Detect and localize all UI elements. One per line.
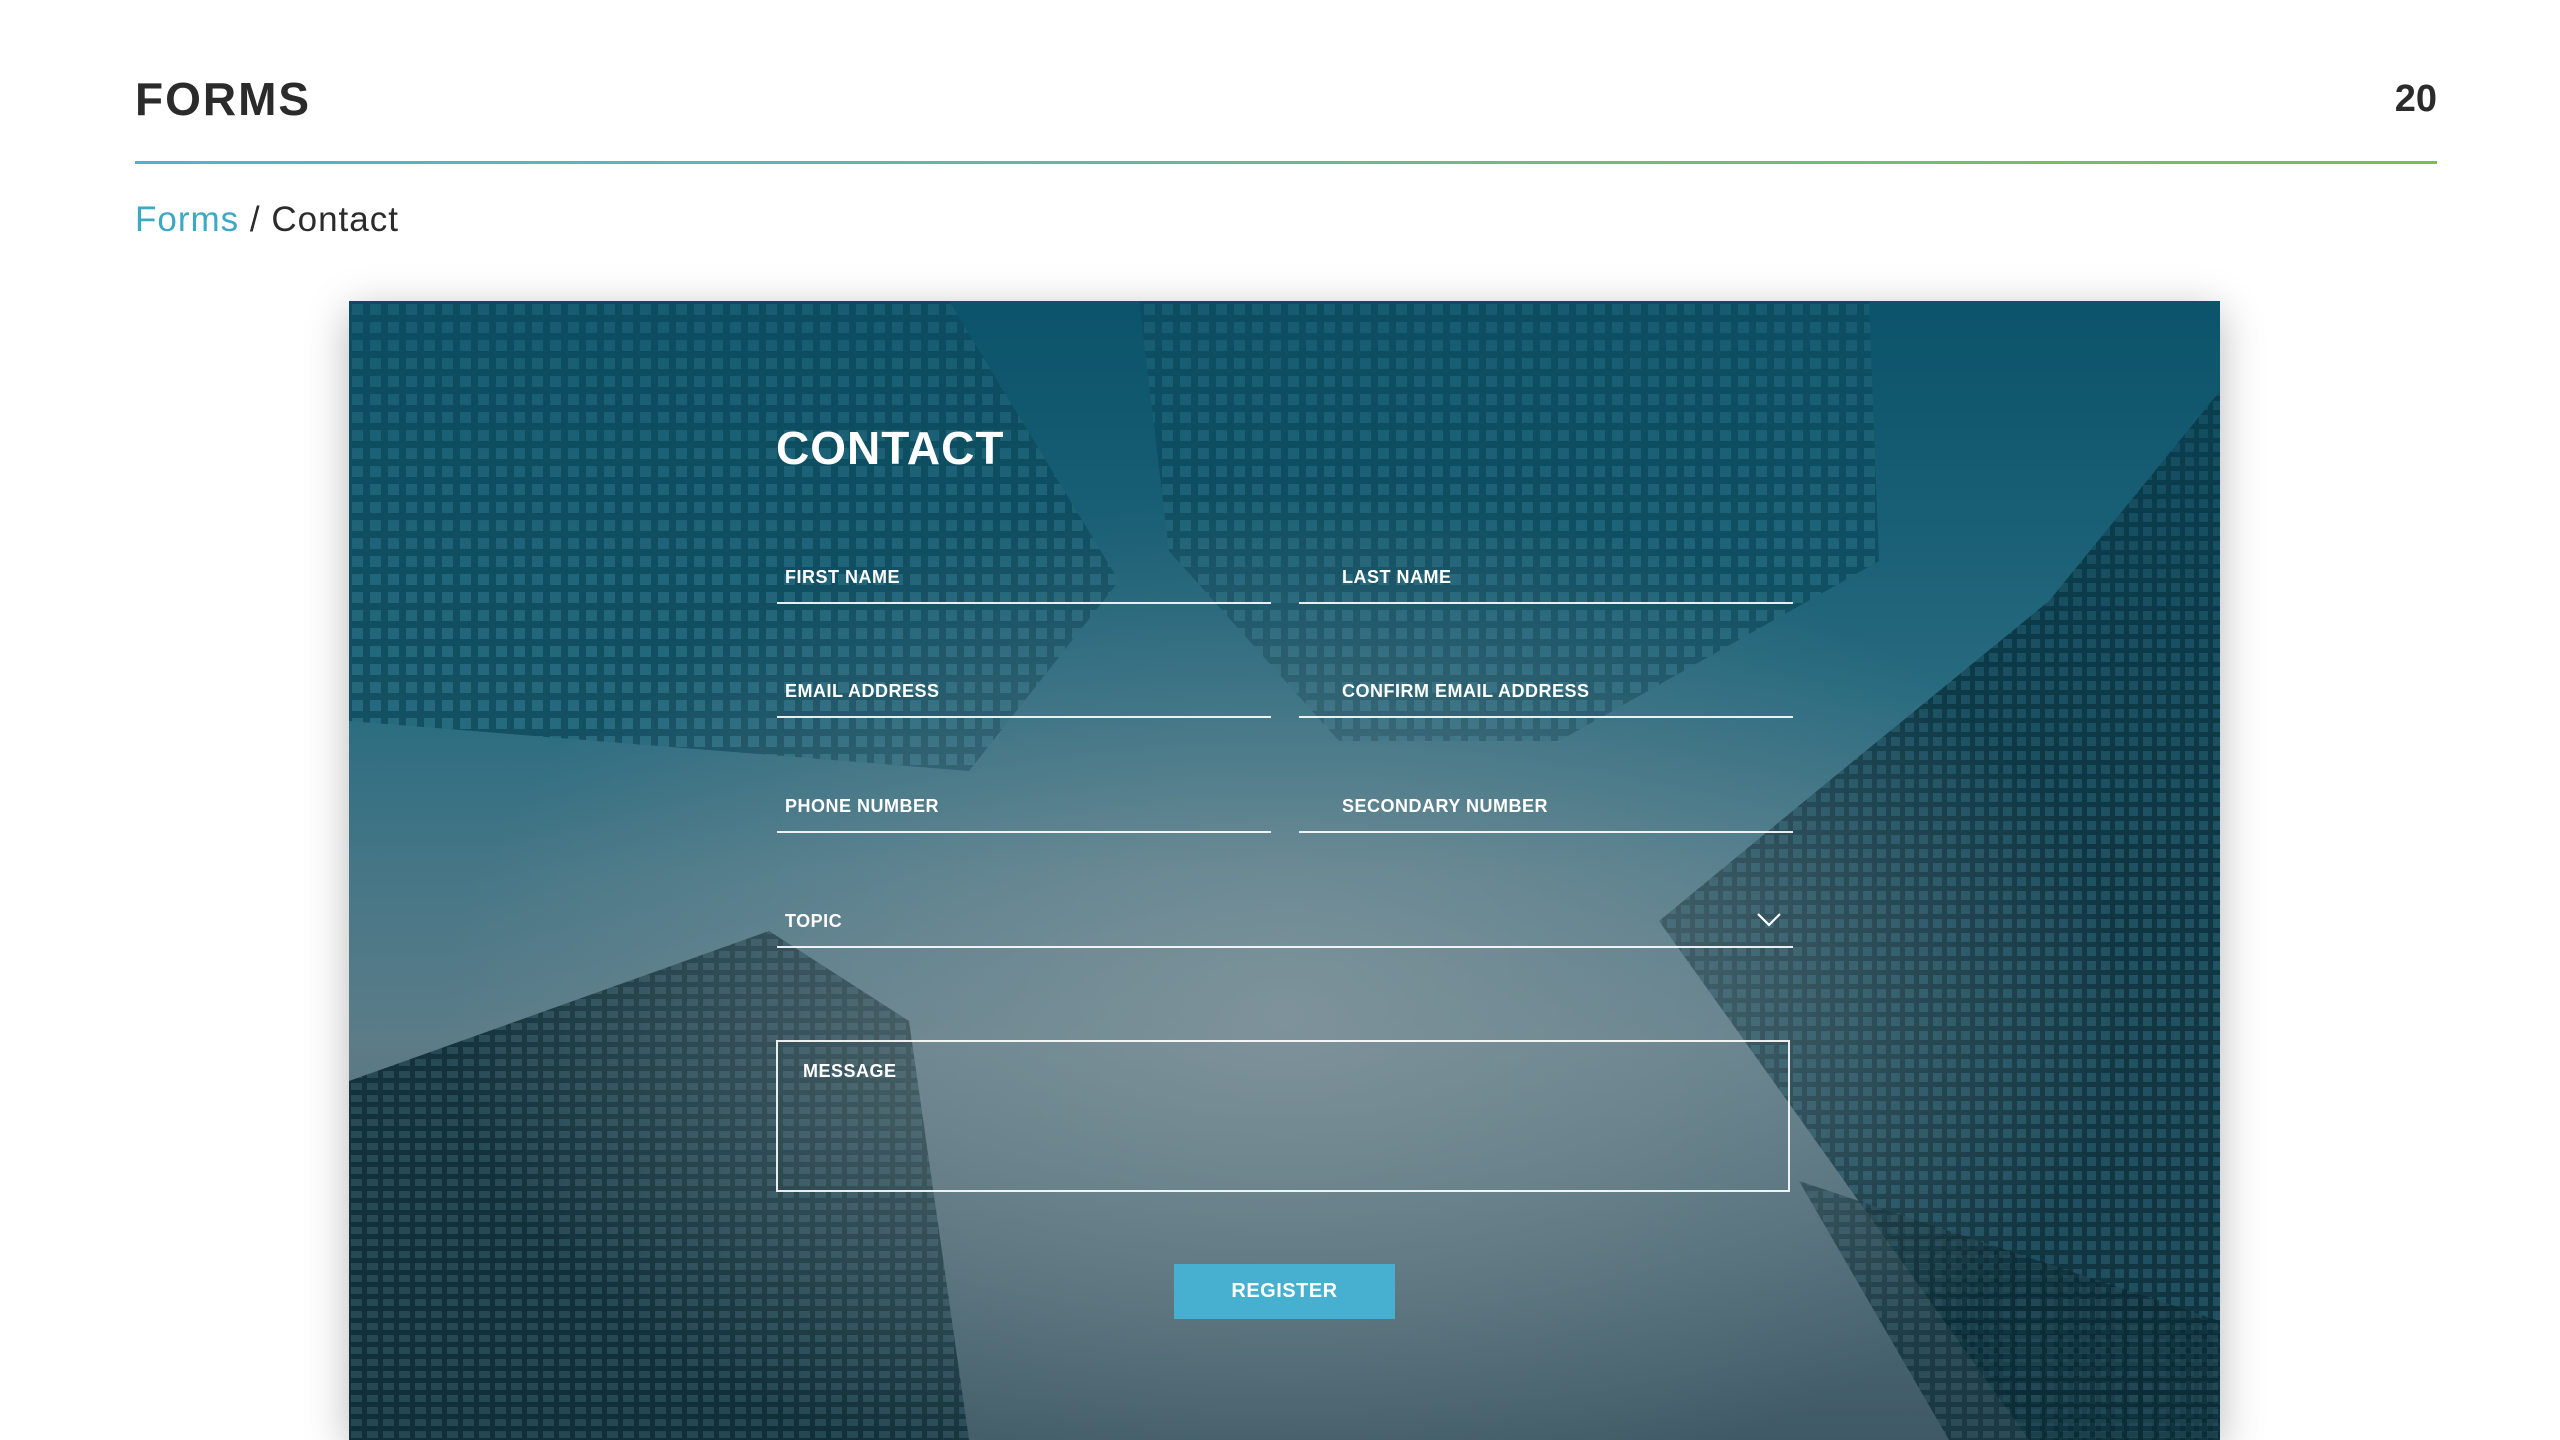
form-title: CONTACT bbox=[776, 422, 1005, 474]
phone-field[interactable]: PHONE NUMBER bbox=[777, 773, 1271, 833]
page-number: 20 bbox=[2394, 77, 2437, 120]
breadcrumb-current: Contact bbox=[271, 200, 399, 239]
first-name-placeholder: FIRST NAME bbox=[785, 567, 900, 587]
register-button[interactable]: REGISTER bbox=[1174, 1264, 1395, 1319]
page-header: FORMS 20 bbox=[135, 72, 2437, 126]
last-name-placeholder: LAST NAME bbox=[1342, 567, 1452, 587]
breadcrumb: Forms / Contact bbox=[135, 200, 399, 240]
first-name-field[interactable]: FIRST NAME bbox=[777, 544, 1271, 604]
header-divider bbox=[135, 161, 2437, 164]
page-title: FORMS bbox=[135, 73, 312, 125]
secondary-phone-field[interactable]: SECONDARY NUMBER bbox=[1299, 773, 1793, 833]
phone-placeholder: PHONE NUMBER bbox=[785, 796, 940, 816]
email-placeholder: EMAIL ADDRESS bbox=[785, 681, 940, 701]
contact-form-mockup: CONTACT FIRST NAME LAST NAME EMAIL ADDRE… bbox=[349, 301, 2220, 1440]
chevron-down-icon[interactable] bbox=[1757, 912, 1781, 928]
email-field[interactable]: EMAIL ADDRESS bbox=[777, 658, 1271, 718]
confirm-email-field[interactable]: CONFIRM EMAIL ADDRESS bbox=[1299, 658, 1793, 718]
breadcrumb-separator: / bbox=[239, 200, 272, 239]
confirm-email-placeholder: CONFIRM EMAIL ADDRESS bbox=[1342, 681, 1590, 701]
last-name-field[interactable]: LAST NAME bbox=[1299, 544, 1793, 604]
secondary-phone-placeholder: SECONDARY NUMBER bbox=[1342, 796, 1549, 816]
message-placeholder: MESSAGE bbox=[803, 1061, 897, 1081]
breadcrumb-link-forms[interactable]: Forms bbox=[135, 200, 239, 239]
message-textarea[interactable]: MESSAGE bbox=[776, 1040, 1790, 1192]
topic-select[interactable]: TOPIC bbox=[777, 888, 1793, 948]
topic-placeholder: TOPIC bbox=[785, 911, 843, 931]
